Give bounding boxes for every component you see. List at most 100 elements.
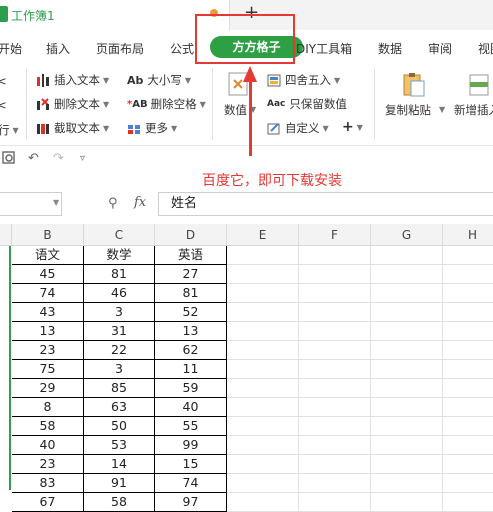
empty-cell[interactable] [299,455,371,474]
empty-cell[interactable] [299,417,371,436]
empty-cell[interactable] [443,417,493,436]
empty-cell[interactable] [443,322,493,341]
table-cell[interactable]: 53 [84,436,155,455]
empty-cell[interactable] [443,265,493,284]
insert-text-button[interactable]: 插入文本 ▼ [36,72,109,88]
table-cell[interactable]: 55 [155,417,227,436]
empty-cell[interactable] [227,493,299,512]
custom-button[interactable]: 自定义 ▼ [267,120,329,136]
chevron-down-icon[interactable]: ▼ [53,198,59,207]
empty-cell[interactable] [443,284,493,303]
table-cell[interactable]: 52 [155,303,227,322]
table-cell[interactable]: 3 [84,303,155,322]
table-cell[interactable]: 22 [84,341,155,360]
more-button[interactable]: 更多 ▼ [127,120,177,136]
ribbon-left-item-1[interactable]: < [0,74,7,88]
empty-cell[interactable] [227,474,299,493]
case-button[interactable]: Ab 大小写 ▼ [127,72,191,88]
empty-cell[interactable] [299,246,371,265]
empty-cell[interactable] [299,398,371,417]
tab-data[interactable]: 数据 [378,40,402,57]
column-header-h[interactable]: H [443,224,493,246]
empty-cell[interactable] [227,360,299,379]
table-cell[interactable]: 91 [84,474,155,493]
formula-input[interactable]: 姓名 [158,192,493,216]
table-cell[interactable]: 67 [12,493,84,512]
empty-cell[interactable] [371,265,443,284]
empty-cell[interactable] [371,493,443,512]
empty-cell[interactable] [227,341,299,360]
empty-cell[interactable] [443,474,493,493]
table-cell[interactable]: 74 [155,474,227,493]
tab-home[interactable]: 开始 [0,40,22,57]
empty-cell[interactable] [443,360,493,379]
empty-cell[interactable] [371,246,443,265]
ribbon-left-item-2[interactable]: < [0,98,7,112]
table-cell[interactable]: 58 [12,417,84,436]
empty-cell[interactable] [443,246,493,265]
table-cell[interactable]: 43 [12,303,84,322]
table-cell[interactable]: 13 [12,322,84,341]
empty-cell[interactable] [299,436,371,455]
empty-cell[interactable] [299,360,371,379]
table-cell[interactable]: 83 [12,474,84,493]
table-cell[interactable]: 3 [84,360,155,379]
table-cell[interactable]: 59 [155,379,227,398]
empty-cell[interactable] [299,493,371,512]
table-header-cell[interactable]: 英语 [155,246,227,265]
empty-cell[interactable] [371,474,443,493]
copy-paste-button[interactable]: 复制粘贴 ▼ [384,70,445,140]
column-header-g[interactable]: G [371,224,443,246]
empty-cell[interactable] [227,284,299,303]
empty-cell[interactable] [443,436,493,455]
column-header-e[interactable]: E [227,224,299,246]
empty-cell[interactable] [299,284,371,303]
delete-text-button[interactable]: 删除文本 ▼ [36,96,109,112]
customize-toolbar-icon[interactable]: ▿ [80,153,85,164]
empty-cell[interactable] [443,379,493,398]
empty-cell[interactable] [371,417,443,436]
empty-cell[interactable] [227,455,299,474]
table-cell[interactable]: 46 [84,284,155,303]
empty-cell[interactable] [227,265,299,284]
empty-cell[interactable] [227,436,299,455]
table-cell[interactable]: 85 [84,379,155,398]
column-header-f[interactable]: F [299,224,371,246]
table-cell[interactable]: 58 [84,493,155,512]
empty-cell[interactable] [371,455,443,474]
empty-cell[interactable] [371,284,443,303]
tab-formulas[interactable]: 公式 [170,40,194,57]
empty-cell[interactable] [443,455,493,474]
delete-space-button[interactable]: *AB 删除空格 ▼ [127,96,206,112]
table-cell[interactable]: 11 [155,360,227,379]
table-header-cell[interactable]: 数学 [84,246,155,265]
empty-cell[interactable] [299,379,371,398]
empty-cell[interactable] [443,303,493,322]
table-cell[interactable]: 13 [155,322,227,341]
empty-cell[interactable] [371,379,443,398]
empty-cell[interactable] [299,474,371,493]
empty-cell[interactable] [299,303,371,322]
undo-icon[interactable]: ↶ [28,151,39,166]
table-cell[interactable]: 99 [155,436,227,455]
zoom-formula-icon[interactable]: ⚲ [108,196,118,211]
empty-cell[interactable] [227,379,299,398]
round-button[interactable]: 四舍五入 ▼ [267,72,340,88]
table-cell[interactable]: 40 [12,436,84,455]
table-cell[interactable]: 31 [84,322,155,341]
empty-cell[interactable] [443,493,493,512]
table-cell[interactable]: 81 [155,284,227,303]
empty-cell[interactable] [371,360,443,379]
add-button[interactable]: + ▼ [342,119,363,135]
tab-view[interactable]: 视图 [478,40,493,57]
tab-diy-toolbox[interactable]: DIY工具箱 [296,40,352,57]
empty-cell[interactable] [299,265,371,284]
extract-text-button[interactable]: 截取文本 ▼ [36,120,109,136]
empty-cell[interactable] [227,398,299,417]
table-cell[interactable]: 62 [155,341,227,360]
table-cell[interactable]: 45 [12,265,84,284]
table-cell[interactable]: 81 [84,265,155,284]
fx-icon[interactable]: fx [134,195,146,210]
keep-values-button[interactable]: Aac 只保留数值 [267,96,347,112]
empty-cell[interactable] [227,303,299,322]
